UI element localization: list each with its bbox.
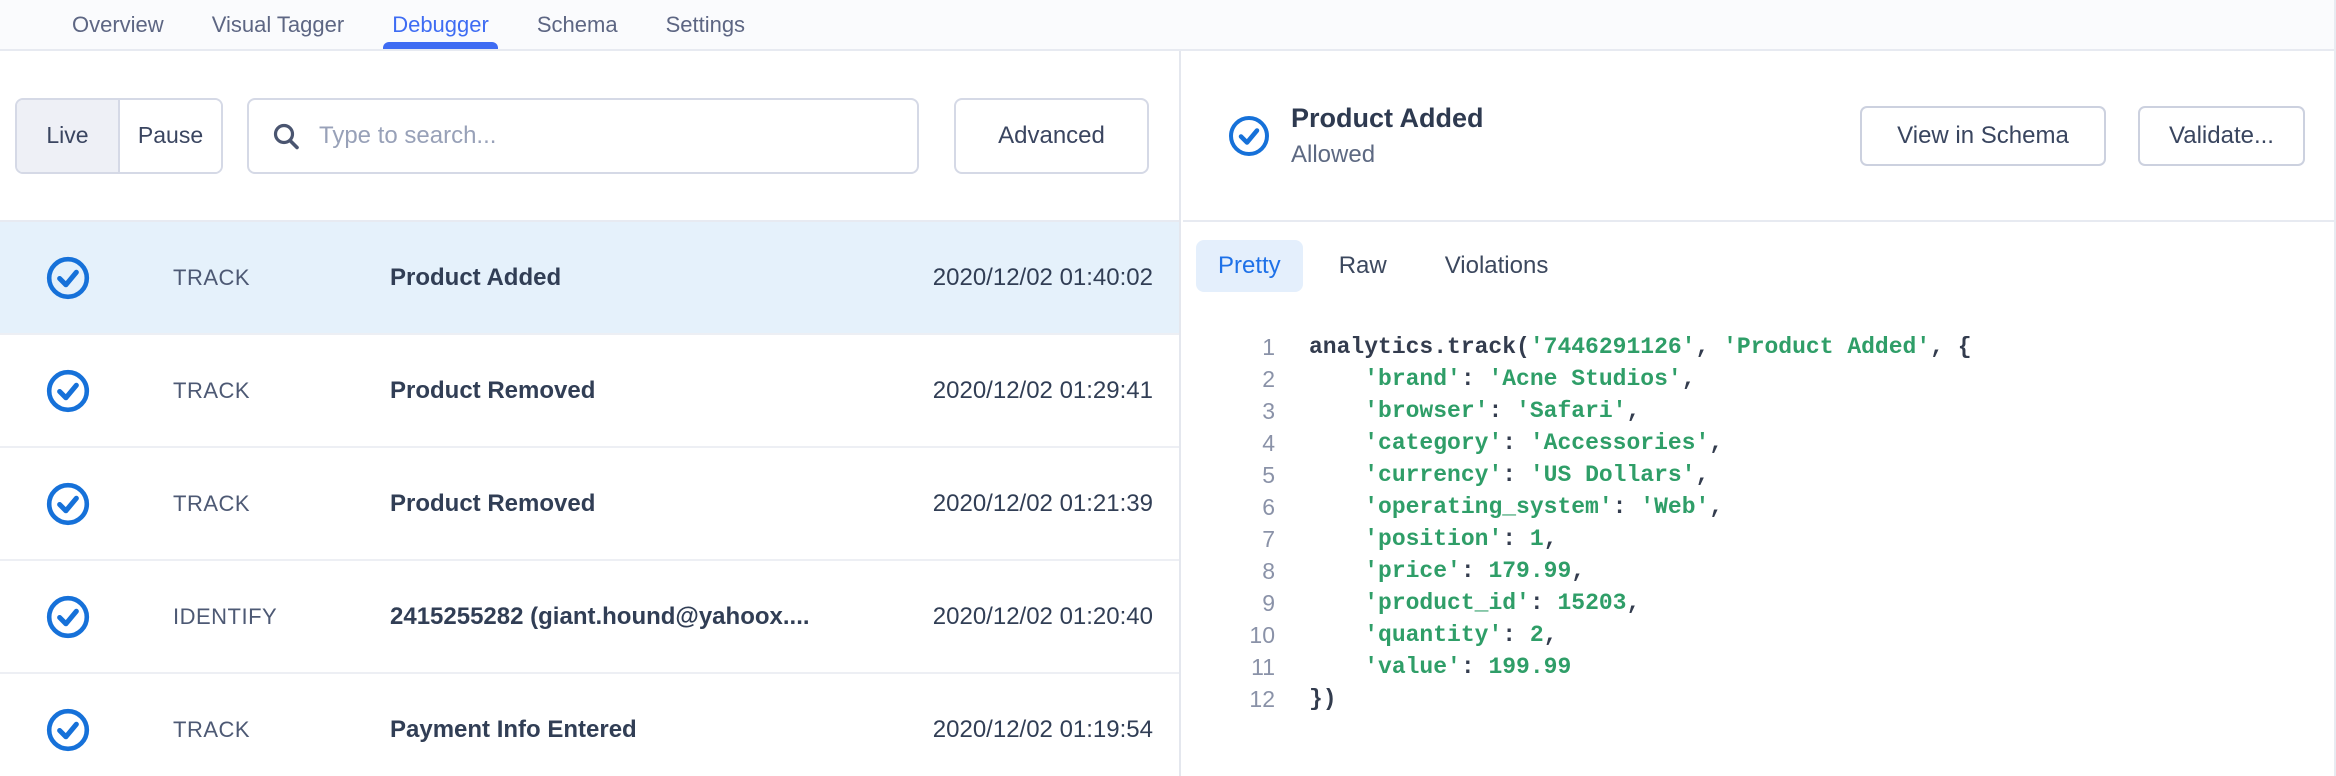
line-number: 2 <box>1223 363 1275 395</box>
event-type-label: TRACK <box>173 378 390 404</box>
line-number: 4 <box>1223 427 1275 459</box>
code-text: 'price': 179.99, <box>1309 555 1585 587</box>
code-line: 11 'value': 199.99 <box>1223 651 2334 683</box>
line-number: 10 <box>1223 619 1275 651</box>
code-line: 7 'position': 1, <box>1223 523 2334 555</box>
event-name: Product Removed <box>390 377 933 405</box>
line-number: 8 <box>1223 555 1275 587</box>
event-name: Payment Info Entered <box>390 716 933 744</box>
validate-button[interactable]: Validate... <box>2138 106 2305 166</box>
event-type-label: TRACK <box>173 265 390 291</box>
check-circle-icon <box>45 707 91 753</box>
tab-overview[interactable]: Overview <box>72 0 164 49</box>
check-circle-icon <box>45 368 91 414</box>
code-line: 6 'operating_system': 'Web', <box>1223 491 2334 523</box>
line-number: 6 <box>1223 491 1275 523</box>
line-number: 12 <box>1223 683 1275 715</box>
event-name: Product Removed <box>390 490 933 518</box>
event-row[interactable]: TRACK Payment Info Entered 2020/12/02 01… <box>0 674 1179 776</box>
live-pause-toggle: Live Pause <box>15 98 223 174</box>
line-number: 3 <box>1223 395 1275 427</box>
code-line: 1 analytics.track('7446291126', 'Product… <box>1223 331 2334 363</box>
tab-schema[interactable]: Schema <box>537 0 618 49</box>
view-in-schema-button[interactable]: View in Schema <box>1860 106 2106 166</box>
code-text: 'operating_system': 'Web', <box>1309 491 1723 523</box>
code-text: 'position': 1, <box>1309 523 1557 555</box>
event-row[interactable]: TRACK Product Removed 2020/12/02 01:29:4… <box>0 335 1179 448</box>
detail-header: Product Added Allowed View in Schema Val… <box>1183 51 2334 222</box>
search-icon <box>271 121 301 151</box>
line-number: 11 <box>1223 651 1275 683</box>
search-box[interactable] <box>247 98 919 174</box>
status-badge: Allowed <box>1291 141 1484 169</box>
check-circle-icon <box>45 481 91 527</box>
event-row[interactable]: IDENTIFY 2415255282 (giant.hound@yahoox.… <box>0 561 1179 674</box>
tab-debugger[interactable]: Debugger <box>392 0 489 49</box>
search-input[interactable] <box>319 122 895 150</box>
event-list-panel: Live Pause Advanced TRACK Prod <box>0 51 1181 776</box>
live-button[interactable]: Live <box>17 100 120 172</box>
event-name: Product Added <box>390 264 933 292</box>
event-timestamp: 2020/12/02 01:20:40 <box>933 603 1179 631</box>
line-number: 7 <box>1223 523 1275 555</box>
code-text: analytics.track('7446291126', 'Product A… <box>1309 331 1972 363</box>
check-circle-icon <box>45 594 91 640</box>
tab-settings[interactable]: Settings <box>666 0 746 49</box>
event-timestamp: 2020/12/02 01:21:39 <box>933 490 1179 518</box>
event-row[interactable]: TRACK Product Removed 2020/12/02 01:21:3… <box>0 448 1179 561</box>
event-timestamp: 2020/12/02 01:19:54 <box>933 716 1179 744</box>
event-row[interactable]: TRACK Product Added 2020/12/02 01:40:02 <box>0 222 1179 335</box>
tab-pretty[interactable]: Pretty <box>1196 240 1303 292</box>
tab-label: Overview <box>72 12 164 38</box>
code-line: 4 'category': 'Accessories', <box>1223 427 2334 459</box>
code-text: 'brand': 'Acne Studios', <box>1309 363 1696 395</box>
event-timestamp: 2020/12/02 01:29:41 <box>933 377 1179 405</box>
code-block: 1 analytics.track('7446291126', 'Product… <box>1183 310 2334 715</box>
event-title: Product Added <box>1291 103 1484 134</box>
line-number: 1 <box>1223 331 1275 363</box>
pause-button[interactable]: Pause <box>120 100 221 172</box>
event-type-label: TRACK <box>173 717 390 743</box>
tab-label: Visual Tagger <box>212 12 345 38</box>
code-text: 'value': 199.99 <box>1309 651 1571 683</box>
event-timestamp: 2020/12/02 01:40:02 <box>933 264 1179 292</box>
code-line: 10 'quantity': 2, <box>1223 619 2334 651</box>
event-type-label: TRACK <box>173 491 390 517</box>
tab-label: Settings <box>666 12 746 38</box>
code-text: 'category': 'Accessories', <box>1309 427 1723 459</box>
code-line: 5 'currency': 'US Dollars', <box>1223 459 2334 491</box>
detail-titles: Product Added Allowed <box>1291 103 1484 169</box>
line-number: 5 <box>1223 459 1275 491</box>
top-nav: Overview Visual Tagger Debugger Schema Setti… <box>0 0 2334 51</box>
tab-label: Schema <box>537 12 618 38</box>
code-line: 12 }) <box>1223 683 2334 715</box>
code-text: 'currency': 'US Dollars', <box>1309 459 1709 491</box>
code-line: 9 'product_id': 15203, <box>1223 587 2334 619</box>
event-name: 2415255282 (giant.hound@yahoox.... <box>390 603 933 631</box>
code-line: 3 'browser': 'Safari', <box>1223 395 2334 427</box>
event-type-label: IDENTIFY <box>173 604 390 630</box>
debugger-page: Overview Visual Tagger Debugger Schema Setti… <box>0 0 2336 776</box>
code-text: 'quantity': 2, <box>1309 619 1557 651</box>
tab-visual-tagger[interactable]: Visual Tagger <box>212 0 345 49</box>
tab-raw[interactable]: Raw <box>1317 240 1409 292</box>
code-text: 'browser': 'Safari', <box>1309 395 1640 427</box>
code-text: }) <box>1309 683 1337 715</box>
tab-violations[interactable]: Violations <box>1423 240 1571 292</box>
code-line: 2 'brand': 'Acne Studios', <box>1223 363 2334 395</box>
event-list: TRACK Product Added 2020/12/02 01:40:02 … <box>0 222 1179 776</box>
event-detail-panel: Product Added Allowed View in Schema Val… <box>1183 51 2334 776</box>
check-circle-icon <box>1227 114 1271 158</box>
check-circle-icon <box>45 255 91 301</box>
code-line: 8 'price': 179.99, <box>1223 555 2334 587</box>
tab-label: Debugger <box>392 12 489 38</box>
advanced-button[interactable]: Advanced <box>954 98 1149 174</box>
detail-view-tabs: Pretty Raw Violations <box>1183 222 2334 310</box>
line-number: 9 <box>1223 587 1275 619</box>
list-controls: Live Pause Advanced <box>0 51 1179 222</box>
code-text: 'product_id': 15203, <box>1309 587 1640 619</box>
